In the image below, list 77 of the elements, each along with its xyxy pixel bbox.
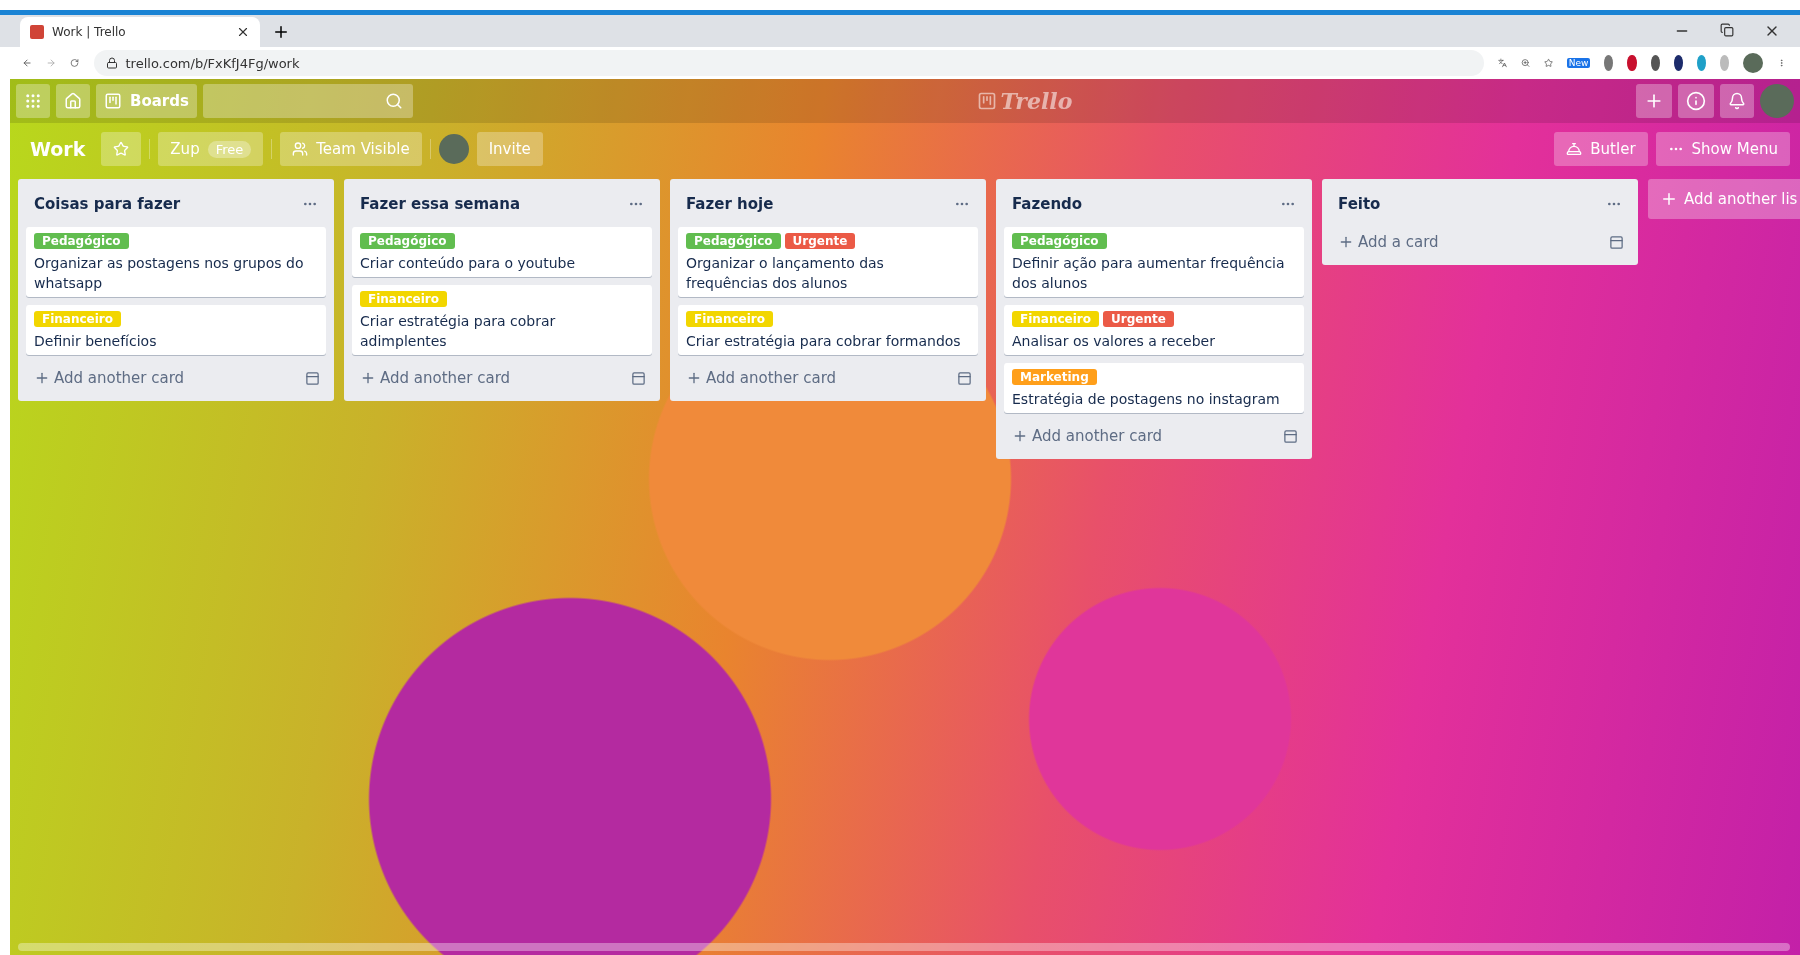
- address-field[interactable]: trello.com/b/FxKfJ4Fg/work: [93, 50, 1484, 76]
- logo-icon: [976, 91, 997, 111]
- card-title: Definir benefícios: [34, 332, 158, 351]
- board-icon: [104, 92, 122, 110]
- star-button[interactable]: [101, 132, 142, 166]
- card-label: Financeiro: [686, 311, 774, 327]
- plus-icon: [1012, 428, 1028, 444]
- bell-icon: [1566, 141, 1583, 157]
- team-icon: [292, 141, 309, 157]
- template-icon[interactable]: [1283, 428, 1298, 444]
- card-label: Financeiro: [360, 291, 448, 307]
- card[interactable]: Pedagógico Urgente Organizar o lançamento das frequências dos alunos: [678, 227, 978, 297]
- template-icon[interactable]: [957, 370, 972, 386]
- card-title: Definir ação para aumentar frequência dos alunos: [1012, 254, 1286, 293]
- card-label: Financeiro: [1012, 311, 1100, 327]
- search-icon: [384, 92, 403, 110]
- add-card-button[interactable]: Add another card: [32, 367, 187, 389]
- member-avatar[interactable]: [438, 134, 469, 164]
- plus-icon: [34, 370, 50, 386]
- card-label: Pedagógico: [1012, 233, 1107, 249]
- card-label: Urgente: [1103, 311, 1174, 327]
- template-icon[interactable]: [305, 370, 320, 386]
- card-label: Pedagógico: [686, 233, 781, 249]
- plus-icon: [686, 370, 702, 386]
- add-card-button[interactable]: Add another card: [358, 367, 513, 389]
- add-card-button[interactable]: Add a card: [1336, 231, 1441, 253]
- plus-icon: [360, 370, 376, 386]
- star-icon: [113, 141, 130, 157]
- card[interactable]: Pedagógico Organizar as postagens nos grupos do whatsapp: [26, 227, 326, 297]
- add-card-button[interactable]: Add another card: [1010, 425, 1165, 447]
- plus-icon: [1338, 234, 1354, 250]
- template-icon[interactable]: [631, 370, 646, 386]
- favicon-icon: [30, 25, 44, 39]
- horizontal-scrollbar[interactable]: [18, 943, 1790, 951]
- lock-icon: [105, 57, 118, 69]
- restore-icon[interactable]: [1720, 23, 1734, 37]
- card[interactable]: Pedagógico Criar conteúdo para o youtube: [352, 227, 652, 277]
- card-title: Estratégia de postagens no instagram: [1012, 390, 1281, 409]
- list-title[interactable]: Fazendo: [1012, 195, 1083, 213]
- home-icon: [64, 92, 82, 110]
- card-label: Urgente: [784, 233, 856, 249]
- browser-tab[interactable]: Work | Trello: [20, 17, 260, 47]
- card-title: Analisar os valores a receber: [1012, 332, 1216, 351]
- card-title: Criar estratégia para cobrar formandos: [686, 332, 962, 351]
- create-button[interactable]: [1636, 84, 1672, 118]
- card[interactable]: Marketing Estratégia de postagens no instagram: [1004, 363, 1304, 413]
- list-title[interactable]: Fazer hoje: [686, 195, 774, 213]
- extension-badge[interactable]: New: [1566, 58, 1591, 68]
- card[interactable]: Financeiro Urgente Analisar os valores a receber: [1004, 305, 1304, 355]
- card[interactable]: Financeiro Criar estratégia para cobrar formandos: [678, 305, 978, 355]
- card-title: Organizar as postagens nos grupos do whatsapp: [34, 254, 305, 293]
- add-card-button[interactable]: Add another card: [684, 367, 839, 389]
- search-field[interactable]: [202, 84, 413, 118]
- card-label: Pedagógico: [360, 233, 455, 249]
- list-title[interactable]: Coisas para fazer: [34, 195, 181, 213]
- info-button[interactable]: [1678, 84, 1714, 118]
- card[interactable]: Financeiro Definir benefícios: [26, 305, 326, 355]
- card-label: Financeiro: [34, 311, 122, 327]
- template-icon[interactable]: [1609, 234, 1624, 250]
- card-title: Organizar o lançamento das frequências dos alunos: [686, 254, 885, 293]
- card-label: Pedagógico: [34, 233, 129, 249]
- card-label: Marketing: [1012, 369, 1097, 385]
- logo-text: Trello: [1000, 88, 1073, 114]
- new-tab-icon[interactable]: [272, 23, 290, 41]
- close-icon[interactable]: [236, 25, 250, 39]
- list-title[interactable]: Feito: [1338, 195, 1381, 213]
- card-title: Criar conteúdo para o youtube: [360, 254, 577, 273]
- grid-icon: [24, 92, 42, 110]
- list-title[interactable]: Fazer essa semana: [360, 195, 521, 213]
- bell-icon: [1728, 92, 1746, 110]
- card-title: Criar estratégia para cobrar adimplentes: [360, 312, 557, 351]
- profile-avatar[interactable]: [1742, 53, 1763, 73]
- notifications-button[interactable]: [1720, 84, 1754, 118]
- card[interactable]: Pedagógico Definir ação para aumentar frequência dos alunos: [1004, 227, 1304, 297]
- card[interactable]: Financeiro Criar estratégia para cobrar adimplentes: [352, 285, 652, 355]
- info-icon: [1686, 91, 1706, 111]
- plus-icon: [1660, 190, 1678, 208]
